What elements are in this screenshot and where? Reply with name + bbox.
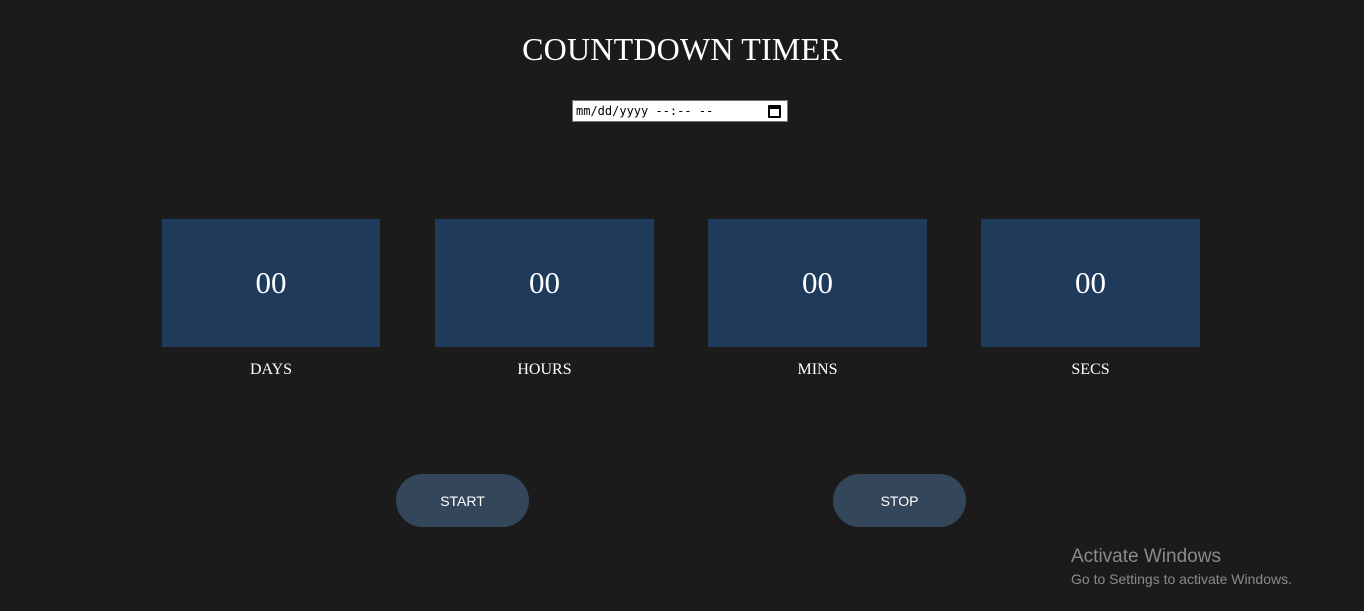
days-box: 00 — [162, 219, 380, 347]
page-title: COUNTDOWN TIMER — [522, 31, 842, 67]
watermark-subtitle: Go to Settings to activate Windows. — [1071, 571, 1292, 587]
mins-box: 00 — [708, 219, 927, 347]
start-button[interactable]: START — [396, 474, 529, 527]
days-label: DAYS — [249, 361, 293, 378]
calendar-icon[interactable] — [768, 104, 781, 118]
hours-label: HOURS — [517, 361, 572, 378]
hours-box: 00 — [435, 219, 654, 347]
mins-label: MINS — [797, 361, 838, 378]
datetime-input[interactable]: mm/dd/yyyy --:-- -- — [572, 100, 788, 122]
watermark-title: Activate Windows — [1071, 546, 1221, 567]
secs-box: 00 — [981, 219, 1200, 347]
secs-value: 00 — [1075, 265, 1106, 300]
days-value: 00 — [255, 265, 287, 300]
secs-label: SECS — [1071, 361, 1110, 378]
activation-watermark: Activate Windows Go to Settings to activ… — [1071, 545, 1292, 589]
datetime-input-value[interactable]: mm/dd/yyyy --:-- -- — [576, 104, 768, 118]
hours-value: 00 — [529, 265, 560, 300]
stop-button[interactable]: STOP — [833, 474, 966, 527]
mins-value: 00 — [802, 265, 833, 300]
